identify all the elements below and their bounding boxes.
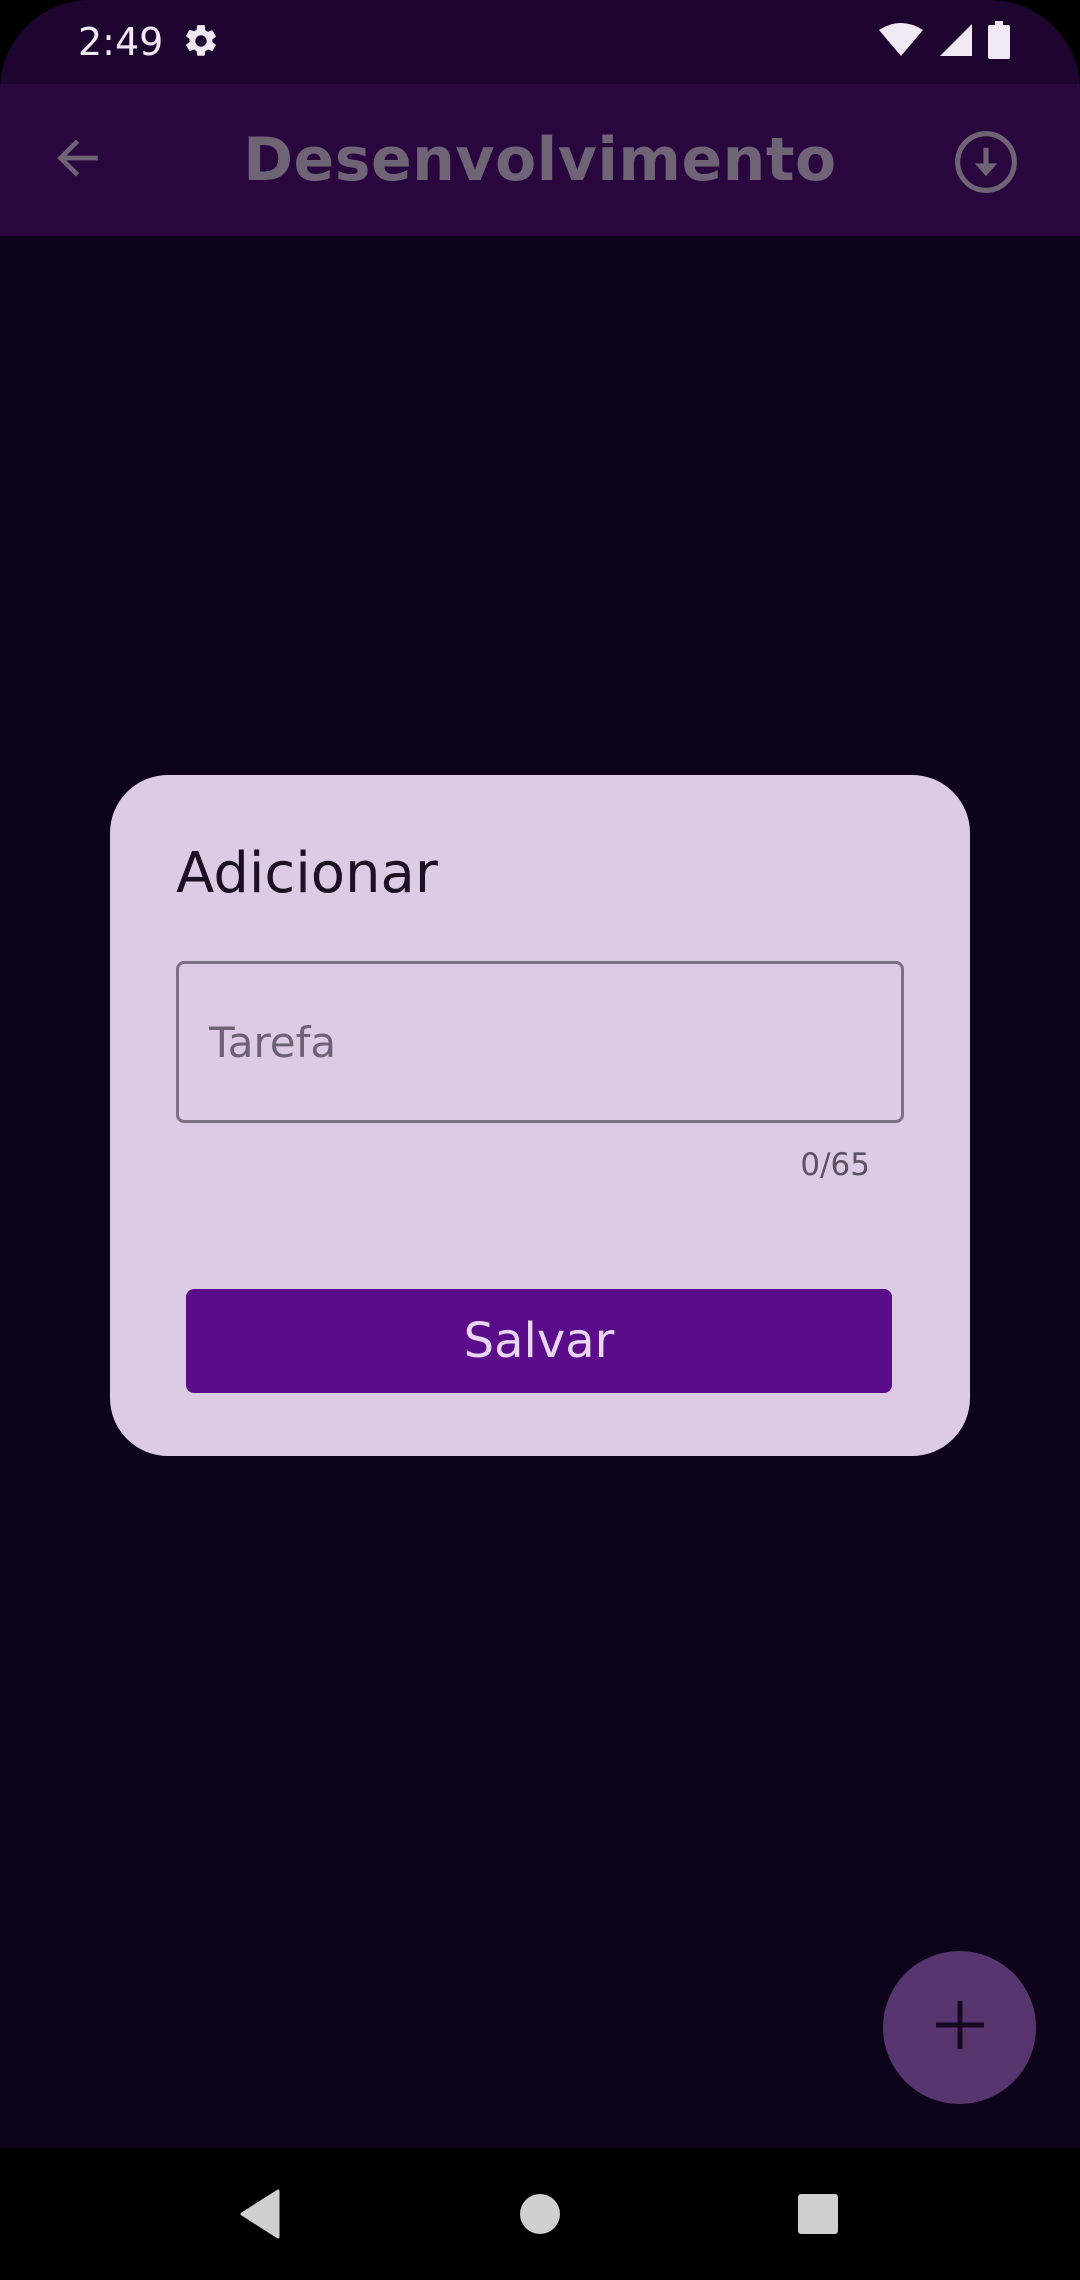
settings-gear-icon [182, 22, 220, 60]
status-time: 2:49 [78, 20, 164, 64]
page-title: Desenvolvimento [243, 125, 837, 195]
status-bar: 2:49 [0, 0, 1080, 84]
add-fab-button[interactable] [883, 1951, 1036, 2104]
nav-recents-button[interactable] [788, 2186, 848, 2246]
nav-home-button[interactable] [510, 2186, 570, 2246]
download-circle-icon [952, 128, 1020, 201]
back-button[interactable] [42, 124, 114, 196]
save-button[interactable]: Salvar [186, 1289, 892, 1393]
character-counter: 0/65 [800, 1147, 870, 1183]
status-icons [878, 20, 1010, 64]
cellular-signal-icon [938, 22, 974, 63]
nav-back-icon [238, 2189, 282, 2244]
task-input[interactable] [176, 961, 904, 1123]
dialog-title: Adicionar [176, 841, 438, 906]
arrow-back-icon [52, 132, 104, 189]
battery-icon [988, 20, 1010, 64]
nav-recents-icon [797, 2193, 839, 2240]
app-screen: 2:49 Desenvolvimento Adicionar Tarefa 0/… [0, 0, 1080, 2280]
nav-back-button[interactable] [230, 2186, 290, 2246]
wifi-icon [878, 22, 924, 63]
app-bar: Desenvolvimento [0, 84, 1080, 236]
system-navigation-bar [0, 2148, 1080, 2280]
download-button[interactable] [946, 124, 1026, 204]
plus-icon [932, 1997, 988, 2058]
add-task-dialog: Adicionar 0/65 Salvar [110, 775, 970, 1456]
nav-home-icon [518, 2192, 562, 2241]
